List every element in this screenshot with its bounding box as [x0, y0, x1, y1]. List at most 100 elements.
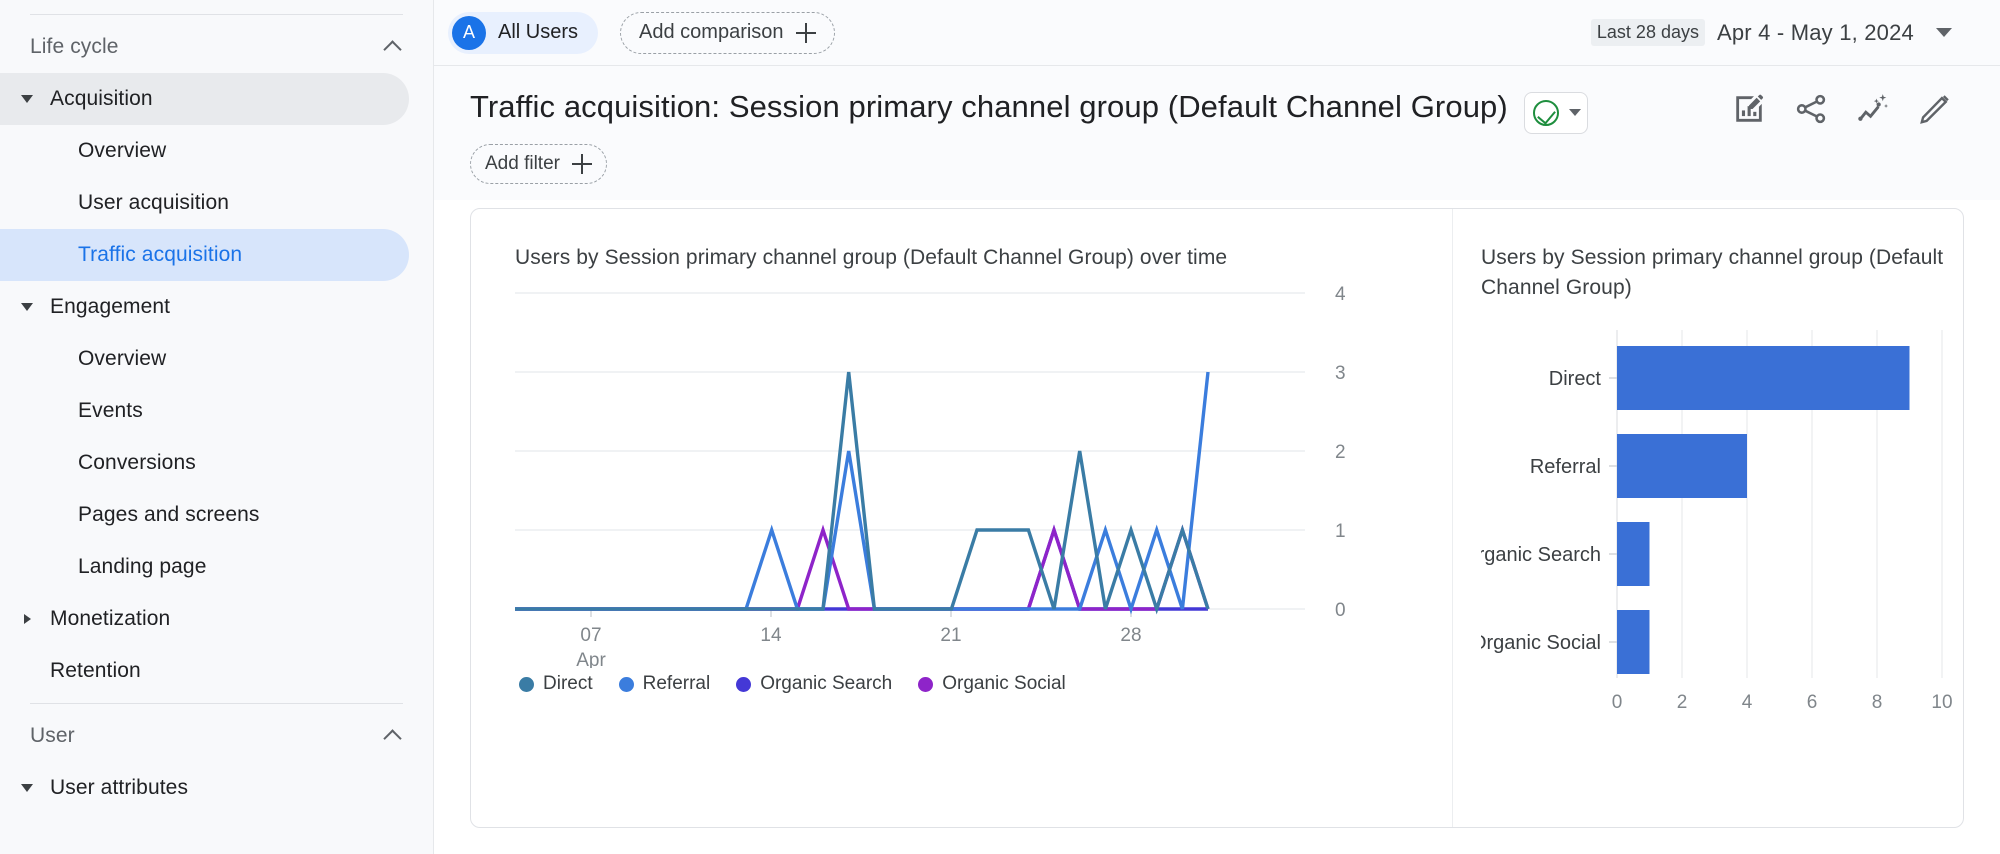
sidebar-item-acquisition-overview[interactable]: Overview [0, 125, 409, 177]
share-icon[interactable] [1794, 92, 1828, 126]
sidebar-section-life-cycle[interactable]: Life cycle [0, 21, 433, 73]
svg-text:07: 07 [580, 625, 601, 646]
line-chart-y-tick-labels: 4 3 2 1 0 [1335, 284, 1346, 621]
edit-icon[interactable] [1918, 92, 1952, 126]
svg-text:1: 1 [1335, 521, 1346, 542]
svg-text:Organic Search: Organic Search [1481, 544, 1601, 566]
svg-text:2: 2 [1677, 692, 1688, 713]
sidebar-item-user-attributes[interactable]: User attributes [0, 762, 409, 814]
svg-text:8: 8 [1872, 692, 1883, 713]
line-chart[interactable]: 4 3 2 1 0 [515, 273, 1452, 695]
sidebar-item-events[interactable]: Events [0, 385, 409, 437]
report-actions [1732, 88, 1952, 126]
chevron-up-icon [383, 726, 403, 746]
sidebar-item-monetization[interactable]: Monetization [0, 593, 409, 645]
date-preset-badge: Last 28 days [1591, 19, 1705, 46]
sidebar-item-landing-page[interactable]: Landing page [0, 541, 409, 593]
sidebar-item-label: Traffic acquisition [78, 243, 242, 267]
svg-text:14: 14 [760, 625, 782, 646]
date-selector[interactable]: Last 28 days Apr 4 - May 1, 2024 [1591, 19, 1952, 46]
legend-item-direct[interactable]: Direct [519, 673, 593, 695]
caret-placeholder [14, 645, 40, 697]
bar-chart-category-ticks [1609, 378, 1617, 642]
svg-text:6: 6 [1807, 692, 1818, 713]
legend-item-referral[interactable]: Referral [619, 673, 711, 695]
bar-chart[interactable]: Direct Referral Organic Search Organic S… [1481, 326, 1964, 761]
sidebar-item-traffic-acquisition[interactable]: Traffic acquisition [0, 229, 409, 281]
svg-text:4: 4 [1742, 692, 1753, 713]
svg-text:28: 28 [1120, 625, 1141, 646]
sidebar-item-pages-and-screens[interactable]: Pages and screens [0, 489, 409, 541]
sidebar-section-user[interactable]: User [0, 710, 433, 762]
bar-organic-social [1617, 610, 1650, 674]
line-chart-title: Users by Session primary channel group (… [515, 243, 1452, 273]
sidebar-item-retention[interactable]: Retention [0, 645, 409, 697]
report-status-badge[interactable] [1524, 92, 1588, 134]
legend-item-organic-social[interactable]: Organic Social [918, 673, 1066, 695]
sidebar-item-conversions[interactable]: Conversions [0, 437, 409, 489]
audience-chip-all-users[interactable]: A All Users [448, 12, 598, 54]
svg-text:0: 0 [1335, 600, 1346, 621]
svg-text:Organic Social: Organic Social [1481, 632, 1601, 654]
caret-right-icon [14, 593, 40, 645]
sidebar-item-user-acquisition[interactable]: User acquisition [0, 177, 409, 229]
bar-chart-panel: Users by Session primary channel group (… [1453, 209, 1964, 827]
line-series-direct [515, 372, 1208, 609]
svg-text:3: 3 [1335, 363, 1346, 384]
svg-text:2: 2 [1335, 442, 1346, 463]
sidebar-top-divider [30, 14, 403, 15]
sidebar-item-label: User acquisition [78, 191, 229, 215]
sidebar-item-label: Conversions [78, 451, 196, 475]
sidebar-item-label: Landing page [78, 555, 207, 579]
insights-icon[interactable] [1856, 92, 1890, 126]
sidebar: Life cycle Acquisition Overview User acq… [0, 0, 434, 854]
check-circle-icon [1533, 100, 1559, 126]
add-filter-button[interactable]: Add filter [470, 144, 607, 184]
sidebar-item-label: Overview [78, 139, 166, 163]
bar-chart-svg: Direct Referral Organic Search Organic S… [1481, 326, 1964, 756]
svg-text:0: 0 [1612, 692, 1623, 713]
plus-icon [572, 154, 592, 174]
svg-text:4: 4 [1335, 284, 1346, 305]
sidebar-item-acquisition[interactable]: Acquisition [0, 73, 409, 125]
caret-down-icon [14, 281, 40, 333]
sidebar-item-engagement[interactable]: Engagement [0, 281, 409, 333]
sidebar-item-label: Events [78, 399, 143, 423]
caret-down-icon [14, 762, 40, 814]
line-chart-x-tick-labels: 07 Apr 14 21 28 [576, 625, 1141, 668]
legend-label: Organic Social [942, 673, 1066, 695]
legend-label: Organic Search [760, 673, 892, 695]
title-row: Traffic acquisition: Session primary cha… [434, 66, 2000, 134]
svg-text:Direct: Direct [1549, 368, 1602, 390]
bar-organic-search [1617, 522, 1650, 586]
sidebar-item-label: Engagement [40, 295, 170, 319]
chevron-down-icon [1569, 109, 1581, 116]
line-chart-svg: 4 3 2 1 0 [515, 273, 1415, 668]
sidebar-item-engagement-overview[interactable]: Overview [0, 333, 409, 385]
customize-report-icon[interactable] [1732, 92, 1766, 126]
legend-item-organic-search[interactable]: Organic Search [736, 673, 892, 695]
bar-direct [1617, 346, 1910, 410]
chevron-down-icon[interactable] [1936, 28, 1952, 37]
audience-chip-label: All Users [498, 21, 578, 44]
plus-icon [796, 23, 816, 43]
svg-text:21: 21 [940, 625, 961, 646]
chevron-up-icon [383, 37, 403, 57]
svg-text:Referral: Referral [1530, 456, 1601, 478]
bar-chart-title: Users by Session primary channel group (… [1481, 243, 1951, 304]
sidebar-item-label: Retention [40, 659, 141, 683]
main-content: A All Users Add comparison Last 28 days … [434, 0, 2000, 854]
page-title: Traffic acquisition: Session primary cha… [470, 89, 1508, 124]
add-comparison-button[interactable]: Add comparison [620, 12, 835, 54]
date-range-label: Apr 4 - May 1, 2024 [1717, 20, 1914, 46]
line-chart-legend: Direct Referral Organic Search Orga [515, 673, 1452, 695]
bar-chart-x-tick-labels: 0 2 4 6 8 10 [1612, 692, 1953, 713]
legend-label: Referral [643, 673, 711, 695]
sidebar-item-label: Monetization [40, 607, 170, 631]
svg-text:Apr: Apr [576, 650, 606, 668]
sidebar-section-label: Life cycle [30, 35, 383, 59]
sidebar-item-label: Pages and screens [78, 503, 259, 527]
filter-row: Add filter [434, 134, 2000, 200]
sidebar-item-label: Acquisition [40, 87, 153, 111]
avatar: A [452, 16, 486, 50]
